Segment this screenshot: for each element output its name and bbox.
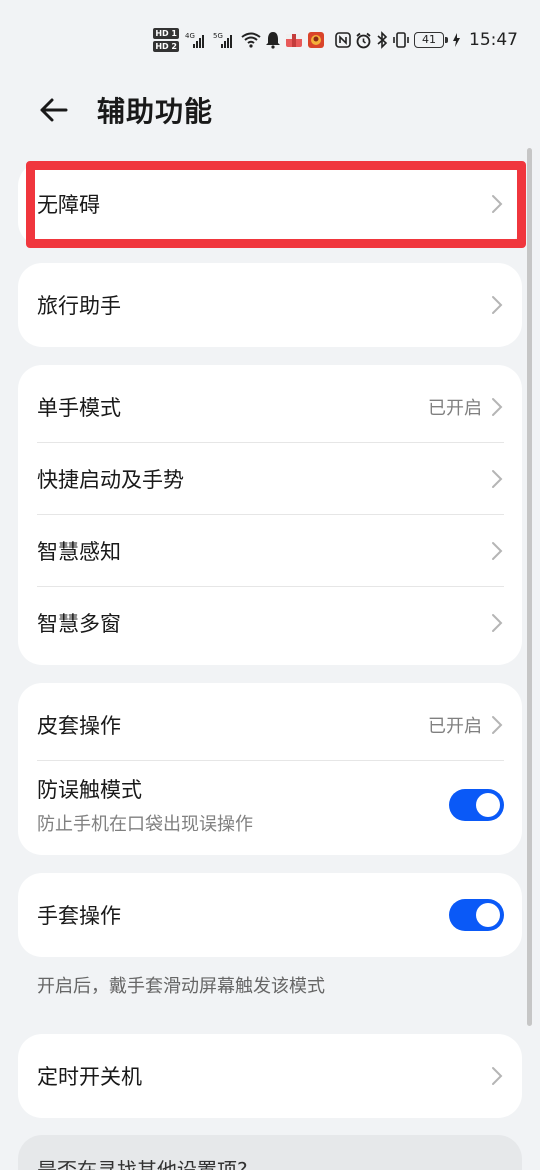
- search-suggestion-card[interactable]: 是否在寻找其他设置项?: [18, 1135, 522, 1170]
- game-icon: [307, 31, 325, 49]
- row-label: 单手模式: [37, 396, 121, 420]
- vibrate-icon: [392, 31, 410, 49]
- card-schedule: 定时开关机: [18, 1034, 522, 1118]
- hd-icon: HD 1 HD 2: [153, 28, 179, 52]
- card-group-1: 单手模式 已开启 快捷启动及手势 智慧感知 智慧多窗: [18, 365, 522, 665]
- back-arrow-icon: [40, 98, 68, 122]
- card-travel: 旅行助手: [18, 263, 522, 347]
- notification-icon: [265, 31, 281, 49]
- hd1-label: HD 1: [153, 28, 179, 39]
- alarm-icon: [355, 32, 372, 49]
- chevron-right-icon: [492, 470, 503, 488]
- row-label: 智慧感知: [37, 540, 121, 564]
- row-value: 已开启: [428, 398, 482, 419]
- clock: 15:47: [469, 30, 518, 50]
- app-icon: [285, 31, 303, 49]
- charging-icon: [452, 32, 461, 48]
- row-label: 智慧多窗: [37, 612, 121, 636]
- row-label: 皮套操作: [37, 714, 121, 738]
- row-one-hand[interactable]: 单手模式 已开启: [18, 371, 522, 443]
- glove-toggle[interactable]: [449, 899, 504, 931]
- chevron-right-icon: [492, 716, 503, 734]
- page-header: 辅助功能: [0, 82, 540, 136]
- status-bar: HD 1 HD 2 4G 5G 41 15:47: [0, 0, 540, 80]
- row-label: 定时开关机: [37, 1065, 142, 1089]
- status-icons: HD 1 HD 2 4G 5G 41 15:47: [153, 24, 518, 56]
- row-sub: 防止手机在口袋出现误操作: [37, 814, 253, 835]
- card-group-2: 皮套操作 已开启 防误触模式 防止手机在口袋出现误操作: [18, 683, 522, 855]
- search-suggestion-text: 是否在寻找其他设置项?: [37, 1158, 248, 1170]
- row-multi-window[interactable]: 智慧多窗: [18, 587, 522, 659]
- chevron-right-icon: [492, 398, 503, 416]
- hd2-label: HD 2: [153, 41, 179, 52]
- wifi-icon: [241, 32, 261, 48]
- signal-icon: 4G: [185, 31, 209, 49]
- chevron-right-icon: [492, 614, 503, 632]
- row-shortcut[interactable]: 快捷启动及手势: [18, 443, 522, 515]
- row-cover[interactable]: 皮套操作 已开启: [18, 689, 522, 761]
- row-texts: 防误触模式 防止手机在口袋出现误操作: [37, 774, 449, 836]
- row-value: 已开启: [428, 716, 482, 737]
- page-title: 辅助功能: [97, 95, 214, 128]
- svg-text:5G: 5G: [213, 32, 223, 40]
- row-anti-touch: 防误触模式 防止手机在口袋出现误操作: [18, 761, 522, 849]
- card-glove: 手套操作: [18, 873, 522, 957]
- card-accessibility: 无障碍: [18, 162, 522, 246]
- battery-icon: 41: [414, 32, 448, 48]
- back-button[interactable]: [36, 92, 72, 128]
- row-smart-sense[interactable]: 智慧感知: [18, 515, 522, 587]
- chevron-right-icon: [492, 542, 503, 560]
- row-label: 旅行助手: [37, 294, 121, 318]
- net1-text: 4G: [185, 32, 195, 40]
- row-glove: 手套操作: [18, 873, 522, 957]
- chevron-right-icon: [492, 1067, 503, 1085]
- chevron-right-icon: [492, 195, 503, 213]
- row-label: 快捷启动及手势: [37, 468, 184, 492]
- row-schedule[interactable]: 定时开关机: [18, 1034, 522, 1118]
- scrollbar[interactable]: [527, 148, 532, 1026]
- signal-icon-2: 5G: [213, 31, 237, 49]
- row-travel[interactable]: 旅行助手: [18, 263, 522, 347]
- nfc-icon: [335, 32, 351, 48]
- row-label: 手套操作: [37, 904, 121, 928]
- row-label: 无障碍: [37, 193, 100, 217]
- anti-touch-toggle[interactable]: [449, 789, 504, 821]
- row-accessibility[interactable]: 无障碍: [18, 162, 522, 246]
- glove-hint: 开启后，戴手套滑动屏幕触发该模式: [37, 976, 325, 997]
- row-label: 防误触模式: [37, 778, 142, 802]
- chevron-right-icon: [492, 296, 503, 314]
- bluetooth-icon: [376, 31, 388, 49]
